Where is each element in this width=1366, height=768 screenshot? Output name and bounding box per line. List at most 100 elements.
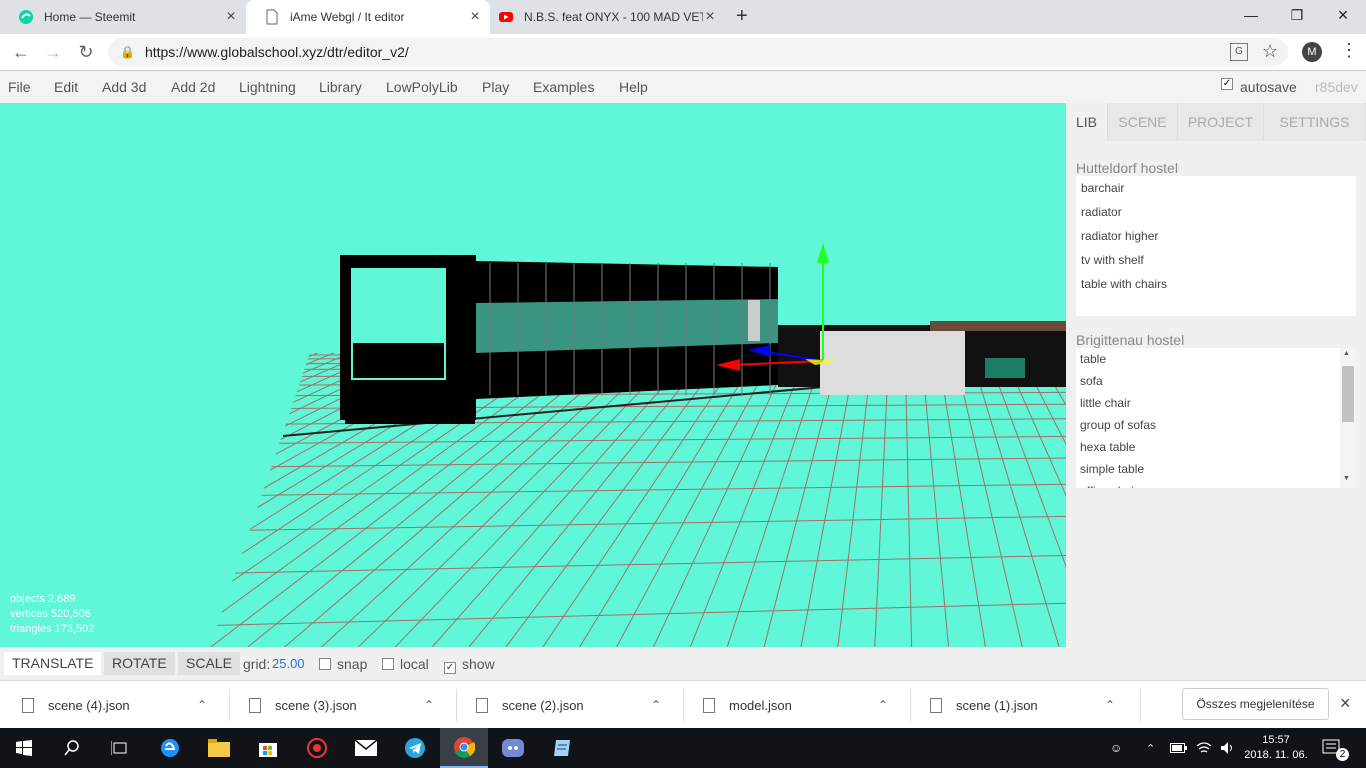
forward-icon[interactable]: → — [38, 34, 68, 71]
download-item[interactable]: model.json ⌃ — [681, 681, 908, 729]
download-item[interactable]: scene (1).json ⌃ — [908, 681, 1135, 729]
menu-lightning[interactable]: Lightning — [239, 79, 296, 95]
cabinet-base — [345, 381, 475, 424]
browser-tab-editor[interactable]: iAme Webgl / It editor × — [246, 0, 490, 34]
profile-avatar[interactable]: M — [1302, 42, 1322, 62]
library-list-hutteldorf[interactable]: barchair radiator radiator higher tv wit… — [1076, 176, 1356, 316]
tab-scene[interactable]: SCENE — [1108, 103, 1178, 141]
discord-icon[interactable] — [489, 728, 537, 768]
file-icon — [930, 697, 942, 713]
red-app-icon[interactable] — [293, 728, 341, 768]
browser-tab-steemit[interactable]: Home — Steemit × — [0, 0, 246, 34]
chrome-icon[interactable] — [440, 728, 488, 768]
list-item[interactable]: radiator — [1076, 200, 1356, 224]
tab-lib[interactable]: LIB — [1066, 103, 1108, 141]
more-menu-icon[interactable]: ⋮ — [1340, 40, 1358, 61]
wifi-icon[interactable] — [1196, 728, 1212, 768]
list-item[interactable]: sofa — [1076, 370, 1356, 392]
telegram-icon[interactable] — [391, 728, 439, 768]
close-downloads-icon[interactable]: × — [1340, 693, 1351, 714]
list-item[interactable]: office chair — [1076, 480, 1356, 488]
task-view-icon[interactable] — [96, 728, 144, 768]
close-tab-icon[interactable]: × — [224, 8, 238, 26]
list-item[interactable]: hexa table — [1076, 436, 1356, 458]
snap-checkbox[interactable] — [319, 658, 331, 670]
list-item[interactable]: little chair — [1076, 392, 1356, 414]
windows-start-icon[interactable] — [0, 728, 48, 768]
new-tab-button[interactable]: + — [736, 5, 748, 28]
battery-icon[interactable] — [1170, 728, 1188, 768]
rotate-button[interactable]: ROTATE — [104, 652, 175, 675]
list-scrollbar[interactable]: ▲ ▼ — [1340, 348, 1356, 488]
download-item[interactable]: scene (3).json ⌃ — [227, 681, 454, 729]
tab-project[interactable]: PROJECT — [1178, 103, 1264, 141]
menu-lowpolylib[interactable]: LowPolyLib — [386, 79, 458, 95]
mail-icon[interactable] — [342, 728, 390, 768]
people-icon[interactable]: ☺ — [1110, 728, 1122, 768]
download-item[interactable]: scene (2).json ⌃ — [454, 681, 681, 729]
tab-settings[interactable]: SETTINGS — [1264, 103, 1366, 141]
notepad-icon[interactable] — [538, 728, 586, 768]
library-list-brigittenau[interactable]: table sofa little chair group of sofas h… — [1076, 348, 1356, 488]
local-checkbox[interactable] — [382, 658, 394, 670]
close-window-icon[interactable]: × — [1320, 0, 1366, 30]
chevron-up-icon[interactable]: ⌃ — [424, 698, 454, 712]
tray-chevron-up-icon[interactable]: ⌃ — [1146, 728, 1155, 768]
snap-toggle[interactable]: snap — [319, 656, 367, 672]
menu-add-3d[interactable]: Add 3d — [102, 79, 146, 95]
list-item[interactable]: tv with shelf — [1076, 248, 1356, 272]
file-explorer-icon[interactable] — [195, 728, 243, 768]
scroll-up-icon[interactable]: ▲ — [1343, 350, 1350, 357]
list-item[interactable]: table — [1076, 348, 1356, 370]
far-detail — [985, 358, 1025, 378]
restore-icon[interactable]: ❐ — [1274, 0, 1320, 30]
menu-edit[interactable]: Edit — [54, 79, 78, 95]
download-item[interactable]: scene (4).json ⌃ — [0, 681, 227, 729]
chevron-up-icon[interactable]: ⌃ — [197, 698, 227, 712]
local-toggle[interactable]: local — [382, 656, 429, 672]
scale-button[interactable]: SCALE — [178, 652, 240, 675]
menu-examples[interactable]: Examples — [533, 79, 594, 95]
autosave-checkbox[interactable]: ✓ — [1221, 78, 1233, 90]
menu-add-2d[interactable]: Add 2d — [171, 79, 215, 95]
menu-play[interactable]: Play — [482, 79, 509, 95]
cabinet-glass — [352, 269, 445, 343]
url-field[interactable]: 🔒 https://www.globalschool.xyz/dtr/edito… — [108, 38, 1288, 66]
chevron-up-icon[interactable]: ⌃ — [878, 698, 908, 712]
side-panel: LIB SCENE PROJECT SETTINGS Hutteldorf ho… — [1066, 103, 1366, 680]
translate-button[interactable]: TRANSLATE — [4, 652, 102, 675]
gizmo-y-arrow — [817, 243, 829, 263]
browser-tab-youtube[interactable]: N.B.S. feat ONYX - 100 MAD VETE × — [480, 0, 725, 34]
grid-input[interactable]: 25.00 — [272, 656, 305, 671]
list-item[interactable]: barchair — [1076, 176, 1356, 200]
list-item[interactable]: group of sofas — [1076, 414, 1356, 436]
chevron-up-icon[interactable]: ⌃ — [651, 698, 681, 712]
volume-icon[interactable] — [1220, 728, 1236, 768]
reload-icon[interactable]: ↻ — [71, 34, 101, 71]
list-item[interactable]: radiator higher — [1076, 224, 1356, 248]
minimize-icon[interactable]: — — [1228, 0, 1274, 30]
list-item[interactable]: simple table — [1076, 458, 1356, 480]
menu-library[interactable]: Library — [319, 79, 362, 95]
3d-viewport[interactable]: objects 2,689 vertices 520,506 triangles… — [0, 103, 1066, 647]
section-title: Brigittenau hostel — [1076, 332, 1185, 348]
clock[interactable]: 15:57 2018. 11. 06. — [1244, 733, 1308, 763]
show-all-downloads-button[interactable]: Összes megjelenítése — [1182, 688, 1329, 720]
list-item[interactable]: table with chairs — [1076, 272, 1356, 296]
back-icon[interactable]: ← — [6, 34, 36, 71]
bookmark-star-icon[interactable]: ☆ — [1262, 41, 1278, 62]
downloads-bar: scene (4).json ⌃ scene (3).json ⌃ scene (2… — [0, 680, 1366, 728]
scrollbar-thumb[interactable] — [1342, 366, 1354, 422]
edge-icon[interactable] — [146, 728, 194, 768]
menu-help[interactable]: Help — [619, 79, 648, 95]
store-icon[interactable] — [244, 728, 292, 768]
notification-center[interactable]: 2 — [1322, 728, 1349, 768]
show-checkbox[interactable]: ✓ — [444, 662, 456, 674]
chevron-up-icon[interactable]: ⌃ — [1105, 698, 1135, 712]
search-icon[interactable] — [48, 728, 96, 768]
scroll-down-icon[interactable]: ▼ — [1343, 475, 1350, 482]
show-toggle[interactable]: ✓ show — [444, 656, 495, 674]
menu-file[interactable]: File — [8, 79, 31, 95]
translate-icon[interactable]: G — [1230, 43, 1248, 61]
close-tab-icon[interactable]: × — [703, 8, 717, 26]
